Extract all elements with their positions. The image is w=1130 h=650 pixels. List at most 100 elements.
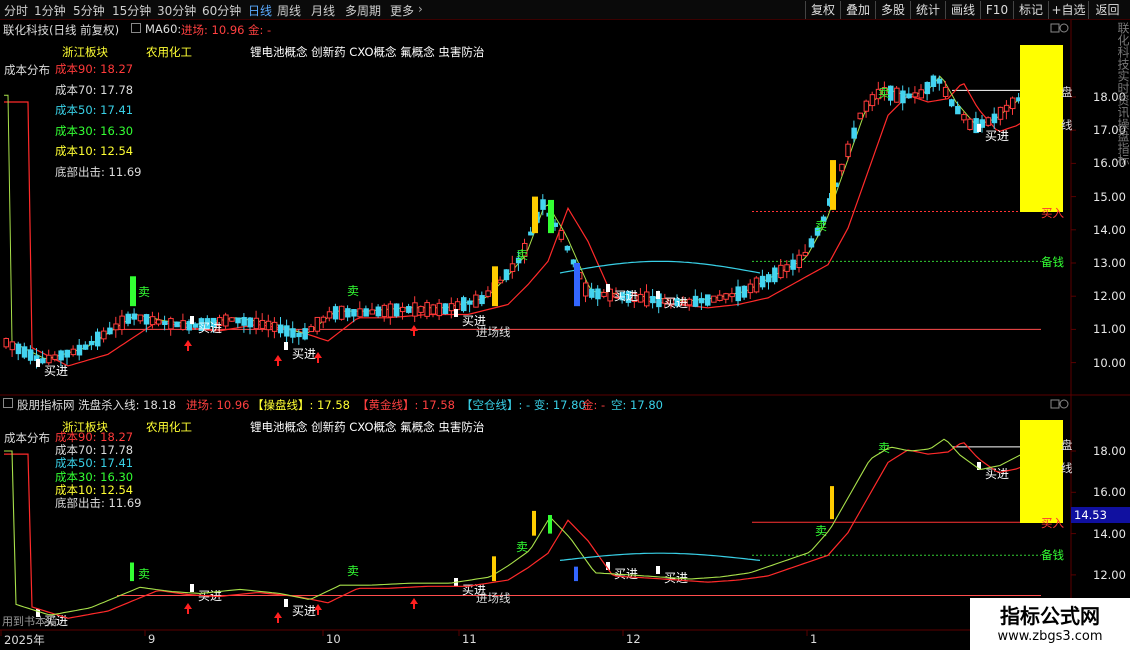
candle-body-150	[918, 89, 924, 99]
panel-close-icon[interactable]	[1059, 23, 1069, 33]
candle-body-36	[223, 314, 229, 327]
candle-body-118	[723, 293, 729, 300]
candle-body-3	[21, 346, 28, 358]
tab-5min[interactable]: 5分钟	[73, 2, 105, 19]
candle-body-113	[692, 295, 699, 307]
tab-monthly[interactable]: 月线	[311, 2, 335, 19]
candle-body-164	[1003, 104, 1010, 112]
candle-body-8	[52, 354, 58, 361]
date-label-3: 11	[462, 632, 477, 646]
candle-body-165	[1010, 97, 1016, 110]
tab-more[interactable]: 更多	[390, 2, 414, 19]
ind-price-tick-3: 12.00	[1093, 567, 1126, 582]
candle-body-146	[894, 87, 900, 103]
candle-body-161	[985, 117, 992, 126]
ind-bar-1	[492, 556, 496, 582]
candle-body-74	[454, 301, 461, 311]
buy-marker-0	[36, 359, 40, 367]
ma-short-line	[4, 75, 1029, 360]
candle-body-83	[509, 263, 516, 272]
candle-body-63	[387, 303, 394, 318]
tab-timeshare[interactable]: 分时	[4, 2, 28, 19]
target-zone-indicator	[1020, 420, 1063, 523]
price-ticks	[0, 96, 1076, 636]
tab-1min[interactable]: 1分钟	[34, 2, 66, 19]
mark-button[interactable]: 标记	[1013, 1, 1048, 19]
candle-body-40	[247, 317, 253, 328]
add-favorite-button[interactable]: +自选	[1048, 1, 1088, 19]
f10-button[interactable]: F10	[980, 1, 1013, 19]
candle-body-122	[747, 283, 754, 294]
gold-line	[4, 442, 1029, 619]
up-arrow-icon-3	[410, 325, 418, 336]
candle-body-137	[839, 163, 845, 172]
candle-body-158	[967, 118, 973, 130]
sell-signal-low-2: 卖	[516, 540, 528, 554]
candle-body-129	[790, 259, 796, 270]
candle-body-65	[400, 306, 406, 313]
candle-body-119	[729, 293, 735, 298]
buy-marker-3	[454, 309, 458, 317]
tab-60min[interactable]: 60分钟	[202, 2, 241, 19]
panel-settings-icon[interactable]	[1050, 23, 1060, 33]
indicator-close-icon[interactable]	[1059, 399, 1069, 409]
candle-body-82	[503, 269, 510, 281]
candle-body-130	[796, 254, 802, 269]
tab-30min[interactable]: 30分钟	[157, 2, 196, 19]
candle-body-76	[467, 300, 473, 305]
candle-body-153	[936, 78, 943, 84]
candle-body-126	[772, 267, 778, 283]
kline-chart[interactable]: 买进买进买进买进买进 买进买进卖 卖卖卖卖买进买进买进买进买进 买进买进卖 卖卖卖卖	[0, 20, 1130, 650]
stats-button[interactable]: 统计	[910, 1, 945, 19]
candle-body-69	[424, 302, 430, 317]
candle-body-142	[869, 94, 876, 107]
adjust-button[interactable]: 复权	[805, 1, 840, 19]
cost-line-2: 成本50: 17.41	[55, 103, 134, 117]
buy-marker-2	[284, 342, 288, 350]
tab-multi-period[interactable]: 多周期	[345, 2, 381, 19]
buy-marker-6	[977, 124, 981, 132]
buy-marker-1	[190, 316, 194, 324]
empty-line-curve	[559, 552, 761, 561]
ma60-label: MA60:	[145, 22, 182, 36]
draw-line-button[interactable]: 画线	[945, 1, 980, 19]
candle-body-44	[271, 321, 278, 332]
candle-body-31	[192, 323, 199, 328]
candle-body-120	[735, 286, 741, 302]
date-label-5: 1	[810, 632, 818, 646]
indicator-settings-icon[interactable]	[1050, 399, 1060, 409]
reference-lines	[117, 89, 1041, 597]
multi-stock-button[interactable]: 多股	[875, 1, 910, 19]
date-label-1: 9	[148, 632, 156, 646]
buy-marker-low-2	[284, 599, 288, 607]
candle-body-16	[101, 330, 107, 340]
target-zone-main	[1020, 45, 1063, 212]
overlay-button[interactable]: 叠加	[840, 1, 875, 19]
sell-signal-0: 卖	[138, 285, 150, 299]
empty-line-value: 【空仓线】: - 变: 17.80	[461, 398, 586, 412]
more-chevron-icon[interactable]: ›	[418, 2, 423, 16]
candle-body-54	[332, 306, 339, 320]
tab-15min[interactable]: 15分钟	[112, 2, 151, 19]
candle-body-51	[314, 316, 321, 332]
candle-body-4	[27, 349, 34, 361]
candle-body-9	[58, 350, 64, 361]
candle-body-45	[278, 324, 284, 334]
tab-daily[interactable]: 日线	[248, 2, 272, 19]
up-arrow-icon-1	[274, 355, 282, 366]
tab-weekly[interactable]: 周线	[277, 2, 301, 19]
candle-body-73	[448, 303, 455, 312]
candle-body-75	[461, 297, 467, 312]
candle-body-27	[168, 318, 174, 330]
collapse-icon[interactable]	[131, 23, 141, 33]
candle-body-148	[906, 93, 912, 99]
indicator-collapse-icon[interactable]	[3, 398, 13, 408]
cost-line-4: 成本10: 12.54	[55, 144, 134, 158]
logo-title: 指标公式网	[1000, 604, 1100, 628]
candle-body-127	[778, 264, 784, 279]
back-button[interactable]: 返回	[1088, 1, 1126, 19]
candlesticks	[3, 74, 1022, 369]
candle-body-57	[351, 309, 357, 317]
candle-body-114	[698, 298, 705, 304]
candle-body-58	[357, 308, 363, 318]
